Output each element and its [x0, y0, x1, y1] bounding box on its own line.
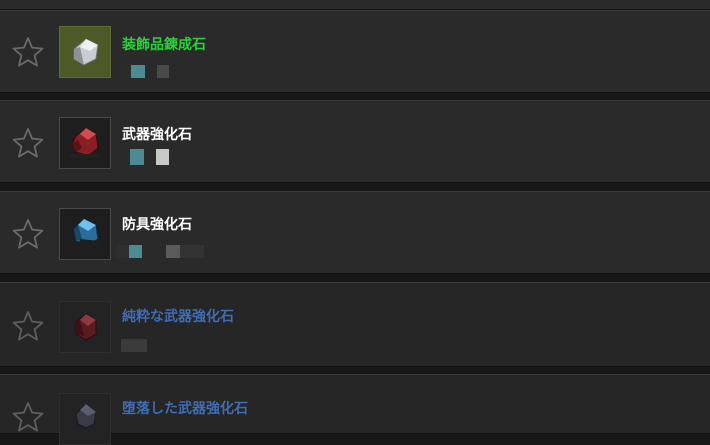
blue-crystal-icon [59, 208, 111, 260]
list-item-partial-top [0, 0, 710, 10]
favorite-star-icon[interactable] [12, 127, 44, 159]
item-name: 堕落した武器強化石 [122, 401, 248, 417]
redacted-stat [121, 339, 147, 352]
redacted-stat [117, 245, 129, 258]
favorite-star-icon[interactable] [12, 310, 44, 342]
redacted-stat [166, 245, 180, 258]
item-name: 防具強化石 [122, 217, 192, 233]
favorite-star-icon[interactable] [12, 401, 44, 433]
list-item[interactable]: 防具強化石 [0, 191, 710, 274]
list-item[interactable]: 装飾品錬成石 [0, 10, 710, 93]
item-list: 装飾品錬成石 武器強化石 防具強化石 純粋な武器強化石 堕落した武器強化石 [0, 0, 710, 445]
redacted-stat [180, 245, 204, 258]
silver-ore-icon [59, 26, 111, 78]
item-name: 武器強化石 [122, 127, 192, 143]
redacted-stat [129, 245, 142, 258]
list-item[interactable]: 武器強化石 [0, 100, 710, 183]
favorite-star-icon[interactable] [12, 218, 44, 250]
item-name: 装飾品錬成石 [122, 37, 206, 53]
list-item[interactable]: 堕落した武器強化石 [0, 374, 710, 445]
redacted-stat [156, 149, 169, 165]
redacted-stat [157, 65, 169, 78]
redacted-stat [130, 149, 144, 165]
red-crystal-icon [59, 117, 111, 169]
dark-red-crystal-icon [59, 301, 111, 353]
redacted-stat [131, 65, 145, 78]
list-item[interactable]: 純粋な武器強化石 [0, 282, 710, 367]
favorite-star-icon[interactable] [12, 36, 44, 68]
item-name: 純粋な武器強化石 [122, 309, 234, 325]
dark-crystal-icon [59, 393, 111, 445]
